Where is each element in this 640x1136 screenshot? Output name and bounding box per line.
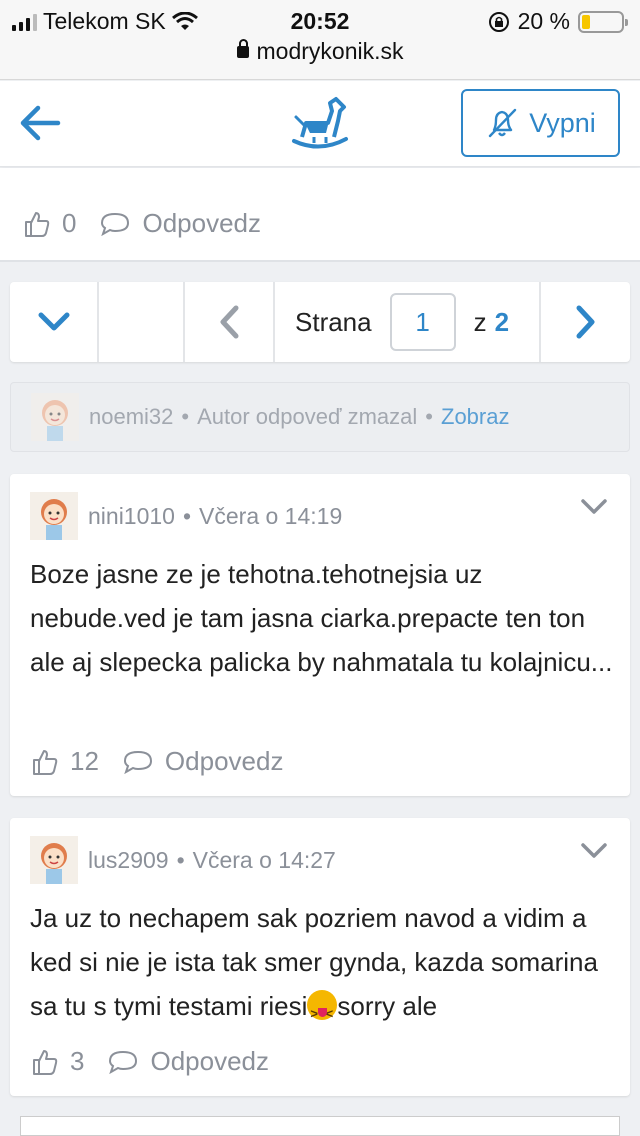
chevron-down-icon[interactable] [580, 842, 608, 860]
bell-off-icon [489, 108, 517, 138]
like-count: 12 [70, 746, 99, 776]
collapse-button[interactable] [10, 282, 99, 362]
like-count: 3 [70, 1046, 85, 1076]
avatar[interactable] [30, 492, 78, 540]
comment-icon [109, 1050, 138, 1074]
page-indicator: Strana 1 z 2 [275, 282, 541, 362]
mute-button[interactable]: Vypni [461, 89, 620, 157]
deleted-user[interactable]: noemi32 [89, 404, 173, 430]
avatar [31, 393, 79, 441]
page-label: Strana [295, 306, 372, 337]
avatar[interactable] [30, 836, 78, 884]
url-bar[interactable]: modrykonik.sk [0, 38, 640, 65]
reply-label: Odpovedz [142, 208, 261, 238]
thumbs-up-icon[interactable] [32, 1048, 58, 1076]
post-text: Boze jasne ze je tehotna.tehotnejsia uz … [30, 559, 613, 677]
thumbs-up-icon[interactable] [32, 748, 58, 776]
post-time: Včera o 14:19 [199, 502, 343, 529]
lock-icon [236, 39, 249, 58]
chevron-left-icon [220, 305, 239, 339]
page-total: 2 [494, 306, 510, 337]
post-card: nini1010 • Včera o 14:19 Boze jasne ze j… [10, 474, 630, 796]
post-card: lus2909 • Včera o 14:27 Ja uz to nechape… [10, 818, 630, 1096]
battery-icon [578, 10, 628, 33]
reply-label: Odpovedz [164, 746, 284, 776]
post-author[interactable]: lus2909 [88, 847, 169, 874]
first-page-button [99, 282, 185, 362]
tongue-emoji-icon [307, 990, 338, 1036]
rocking-horse-icon[interactable] [288, 95, 352, 151]
reply-button[interactable]: Odpovedz [100, 208, 261, 239]
previous-post-footer: 0 Odpovedz [0, 168, 640, 262]
battery-group: 20 % [488, 8, 628, 35]
arrow-left-icon[interactable] [18, 101, 64, 145]
deleted-reply-notice: noemi32 • Autor odpoveď zmazal • Zobraz [10, 382, 630, 452]
post-text-part: sorry ale [337, 991, 438, 1021]
comment-icon [101, 212, 130, 236]
page-input[interactable]: 1 [389, 293, 456, 351]
deleted-message: Autor odpoveď zmazal [197, 404, 418, 429]
pagination: Strana 1 z 2 [10, 282, 630, 362]
thumbs-up-icon[interactable] [24, 210, 50, 238]
status-bar: Telekom SK 20:52 20 % modrykonik.sk [0, 0, 640, 80]
next-page-button[interactable] [541, 282, 630, 362]
post-time: Včera o 14:27 [192, 846, 336, 873]
reply-label: Odpovedz [150, 1046, 269, 1076]
like-count: 0 [62, 208, 77, 238]
page-current: 1 [415, 306, 430, 337]
chevron-down-icon[interactable] [580, 498, 608, 516]
chevron-right-icon [576, 305, 594, 339]
chevron-down-icon [38, 312, 69, 331]
post-text: Ja uz to nechapem sak pozriem navod a vi… [30, 896, 620, 1036]
rotation-lock-icon [488, 11, 509, 32]
app-header: Vypni [0, 81, 640, 167]
show-link[interactable]: Zobraz [441, 404, 509, 430]
ad-banner[interactable] [20, 1116, 620, 1136]
url-text: modrykonik.sk [256, 38, 404, 64]
reply-button[interactable]: Odpovedz [108, 1046, 269, 1077]
post-author[interactable]: nini1010 [88, 503, 175, 530]
reply-button[interactable]: Odpovedz [123, 746, 284, 777]
prev-page-button[interactable] [185, 282, 275, 362]
battery-percent: 20 % [517, 8, 570, 34]
mute-label: Vypni [529, 107, 596, 138]
comment-icon [123, 750, 152, 774]
page-of: z [473, 306, 487, 337]
